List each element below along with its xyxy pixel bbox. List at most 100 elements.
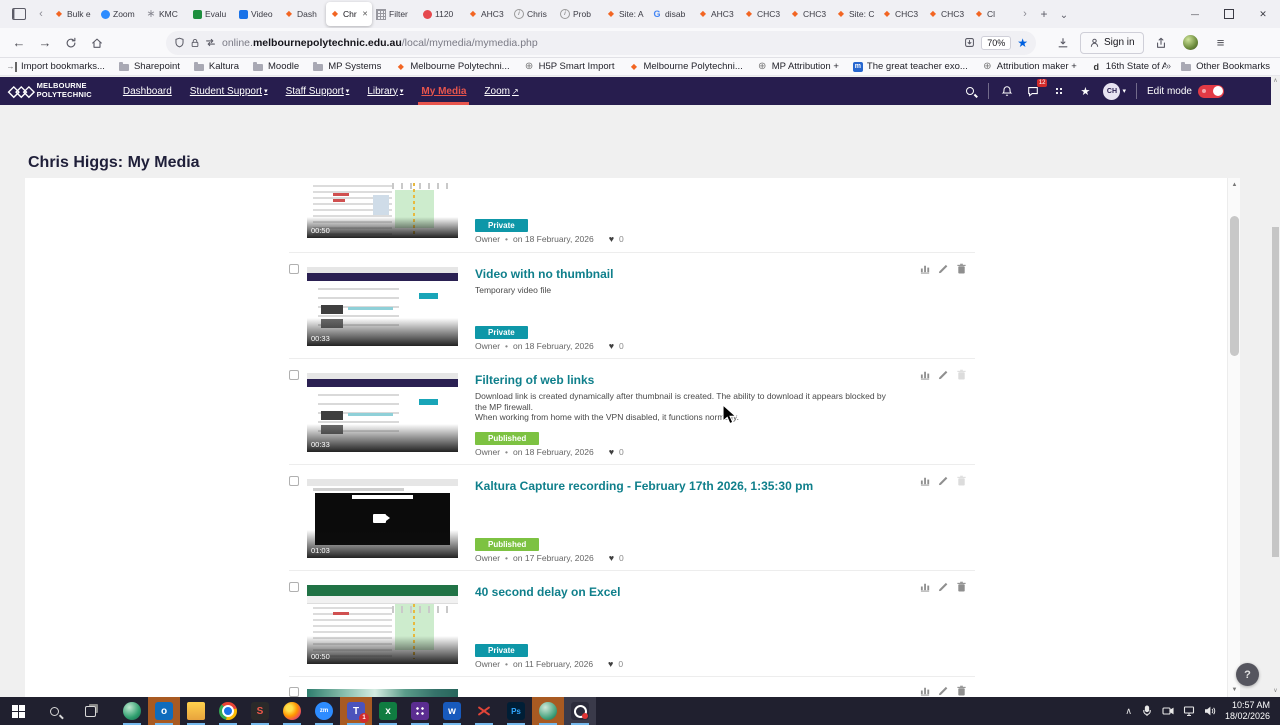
site-nav-link[interactable]: Library ▾ ↗ (358, 77, 412, 105)
apps-icon[interactable] (1051, 83, 1067, 99)
bookmarks-overflow-icon[interactable] (1166, 61, 1172, 72)
analytics-icon[interactable] (920, 685, 931, 696)
delete-trash-icon[interactable] (956, 263, 967, 274)
taskbar-app-zoom[interactable]: zm (308, 697, 340, 725)
select-checkbox[interactable] (289, 370, 299, 380)
analytics-icon[interactable] (920, 263, 931, 274)
select-checkbox[interactable] (289, 264, 299, 274)
browser-tab[interactable]: Site: A ✕ (602, 2, 648, 26)
bookmark-item[interactable]: Sharepoint (118, 61, 180, 72)
browser-tab[interactable]: Evalu ✕ (188, 2, 234, 26)
messages-icon[interactable]: 12 (1025, 79, 1048, 99)
bookmark-item[interactable]: Melbourne Polytechni... (628, 61, 742, 72)
user-menu[interactable]: CH ▾ (1103, 82, 1126, 100)
site-nav-link[interactable]: Zoom ▾ ↗ (475, 77, 527, 105)
taskbar-clock[interactable]: 10:57 AM 18/02/2026 (1225, 700, 1270, 723)
lock-icon[interactable] (190, 38, 200, 48)
bookmark-item[interactable]: H5P Smart Import (524, 61, 615, 72)
scrollbar-thumb[interactable] (1230, 216, 1239, 356)
save-page-icon[interactable] (964, 37, 975, 48)
browser-tab[interactable]: AHC3 ✕ (464, 2, 510, 26)
browser-tab[interactable]: CHC3 ✕ (786, 2, 832, 26)
select-checkbox[interactable] (289, 582, 299, 592)
taskbar-app-snagit[interactable]: S (244, 697, 276, 725)
tab-close-icon[interactable]: ✕ (362, 10, 368, 18)
video-thumbnail[interactable]: 00:33 (307, 373, 458, 452)
scroll-up-icon[interactable] (1228, 179, 1241, 191)
browser-tab[interactable]: CHC3 ✕ (924, 2, 970, 26)
scroll-down-icon[interactable] (1228, 684, 1241, 696)
scroll-up-icon[interactable] (1271, 77, 1280, 87)
browser-tab[interactable]: Filter ✕ (372, 2, 418, 26)
bookmark-item[interactable]: Attribution maker + (982, 61, 1077, 72)
edit-pencil-icon[interactable] (938, 685, 949, 696)
tray-expand-icon[interactable]: ∧ (1125, 706, 1132, 717)
taskbar-app-firefox[interactable] (276, 697, 308, 725)
zoom-level-badge[interactable]: 70% (981, 35, 1012, 50)
delete-trash-icon[interactable] (956, 369, 967, 380)
browser-tab[interactable]: KMC ✕ (142, 2, 188, 26)
bookmark-item[interactable]: Kaltura (193, 61, 239, 72)
bookmark-item[interactable]: Moodle (253, 61, 299, 72)
edit-pencil-icon[interactable] (938, 263, 949, 274)
menu-hamburger-icon[interactable]: ≡ (1208, 31, 1234, 55)
list-scrollbar[interactable] (1227, 178, 1240, 697)
video-thumbnail[interactable]: 01:03 (307, 479, 458, 558)
tracking-shield-icon[interactable] (174, 37, 185, 48)
media-title-link[interactable]: Video with no thumbnail (475, 267, 613, 281)
browser-tab[interactable]: disab ✕ (648, 2, 694, 26)
video-thumbnail[interactable]: 00:50 (307, 585, 458, 664)
downloads-icon[interactable] (1050, 31, 1076, 55)
analytics-icon[interactable] (920, 581, 931, 592)
site-nav-link[interactable]: Staff Support ▾ ↗ (277, 77, 359, 105)
edit-mode-toggle[interactable] (1198, 84, 1224, 98)
permissions-icon[interactable] (205, 37, 216, 48)
browser-tab[interactable]: Chr ✕ (326, 2, 372, 26)
favourites-star-icon[interactable]: ★ (1077, 83, 1093, 99)
forward-button[interactable]: → (32, 31, 58, 55)
taskbar-app-snipping-tool[interactable] (468, 697, 500, 725)
taskbar-app-purple[interactable] (404, 697, 436, 725)
browser-tab[interactable]: Site: C ✕ (832, 2, 878, 26)
browser-tab[interactable]: Zoom ✕ (96, 2, 142, 26)
edit-pencil-icon[interactable] (938, 369, 949, 380)
search-icon[interactable] (962, 83, 978, 99)
camera-icon[interactable] (1162, 705, 1174, 717)
analytics-icon[interactable] (920, 369, 931, 380)
select-checkbox[interactable] (289, 476, 299, 486)
edit-pencil-icon[interactable] (938, 581, 949, 592)
sign-in-button[interactable]: Sign in (1080, 31, 1144, 54)
home-button[interactable] (84, 31, 110, 55)
bookmark-star-icon[interactable]: ★ (1017, 36, 1028, 50)
reload-button[interactable] (58, 31, 84, 55)
delete-trash-icon[interactable] (956, 581, 967, 592)
browser-tab[interactable]: Bulk e ✕ (50, 2, 96, 26)
taskbar-app-file-explorer[interactable] (180, 697, 212, 725)
media-title-link[interactable]: Kaltura Capture recording - February 17t… (475, 479, 813, 493)
bookmark-item[interactable]: 16th State of Agile Re... (1091, 61, 1166, 72)
browser-tab[interactable]: Chris ✕ (510, 2, 556, 26)
browser-tab[interactable]: Prob ✕ (556, 2, 602, 26)
taskbar-app-photos[interactable] (116, 697, 148, 725)
notifications-bell-icon[interactable] (999, 83, 1015, 99)
window-minimize-button[interactable] (1178, 0, 1212, 28)
site-nav-link[interactable]: My Media ▾ ↗ (412, 77, 475, 105)
site-nav-link[interactable]: Student Support ▾ ↗ (181, 77, 277, 105)
browser-tab[interactable]: 1120 ✕ (418, 2, 464, 26)
taskbar-app-word[interactable]: w (436, 697, 468, 725)
browser-tab[interactable]: Cl ✕ (970, 2, 1016, 26)
list-all-tabs-icon[interactable] (1054, 7, 1074, 21)
browser-tab[interactable]: Dash ✕ (280, 2, 326, 26)
site-nav-link[interactable]: Dashboard ▾ ↗ (114, 77, 181, 105)
scroll-down-icon[interactable] (1271, 687, 1280, 697)
video-thumbnail[interactable]: 00:33 (307, 267, 458, 346)
new-tab-button[interactable] (1034, 7, 1054, 21)
taskbar-app-kaltura-capture[interactable] (564, 697, 596, 725)
window-close-button[interactable] (1246, 0, 1280, 28)
media-title-link[interactable]: Filtering of web links (475, 373, 594, 387)
bookmark-item[interactable]: Import bookmarks... (6, 61, 105, 72)
speaker-icon[interactable] (1204, 705, 1216, 717)
window-maximize-button[interactable] (1212, 0, 1246, 28)
delete-trash-icon[interactable] (956, 685, 967, 696)
scroll-tabs-left-icon[interactable] (32, 8, 50, 20)
